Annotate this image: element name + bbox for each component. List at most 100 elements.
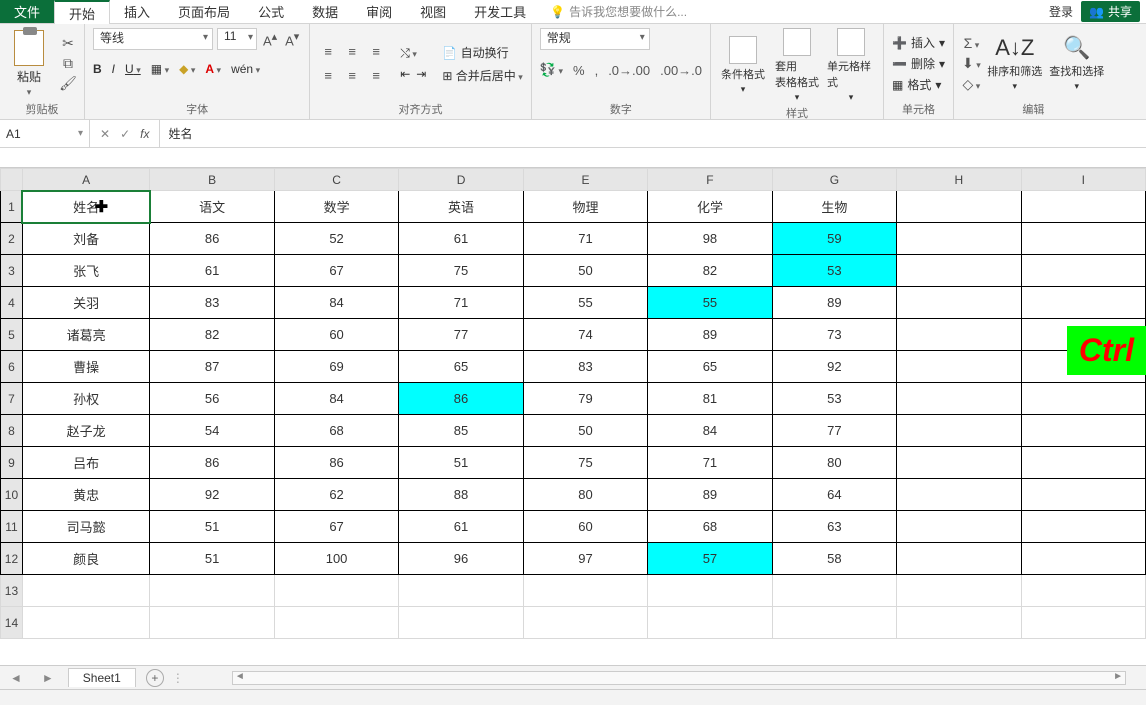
cell-C8[interactable]: 68	[274, 415, 398, 447]
cell-H9[interactable]	[897, 447, 1021, 479]
format-table-button[interactable]: 套用 表格格式▾	[773, 28, 821, 103]
font-name-select[interactable]: 等线	[93, 28, 213, 50]
cell-F10[interactable]: 89	[648, 479, 772, 511]
decrease-decimal-icon[interactable]: .00→.0	[660, 63, 702, 78]
cell-E10[interactable]: 80	[523, 479, 647, 511]
cell-D9[interactable]: 51	[399, 447, 523, 479]
cancel-icon[interactable]: ✕	[100, 127, 110, 141]
cell-H13[interactable]	[897, 575, 1021, 607]
cell-C5[interactable]: 60	[274, 319, 398, 351]
cell-I2[interactable]	[1021, 223, 1145, 255]
horizontal-scrollbar[interactable]	[232, 671, 1126, 685]
delete-cells-button[interactable]: ➖删除 ▾	[892, 55, 945, 72]
font-color-button[interactable]: A	[205, 62, 221, 76]
fill-icon[interactable]: ⬇	[962, 55, 981, 72]
row-header-11[interactable]: 11	[1, 511, 23, 543]
cell-E8[interactable]: 50	[523, 415, 647, 447]
cell-I1[interactable]	[1021, 191, 1145, 223]
cell-G4[interactable]: 89	[772, 287, 896, 319]
row-header-12[interactable]: 12	[1, 543, 23, 575]
cell-F3[interactable]: 82	[648, 255, 772, 287]
cell-B4[interactable]: 83	[150, 287, 274, 319]
cell-B7[interactable]: 56	[150, 383, 274, 415]
tell-me[interactable]: 💡 告诉我您想要做什么...	[540, 0, 697, 23]
row-header-13[interactable]: 13	[1, 575, 23, 607]
align-bottom-icon[interactable]: ≡	[366, 42, 386, 62]
cell-A2[interactable]: 刘备	[22, 223, 149, 255]
cell-B8[interactable]: 54	[150, 415, 274, 447]
row-header-9[interactable]: 9	[1, 447, 23, 479]
bold-button[interactable]: B	[93, 62, 102, 76]
cell-F8[interactable]: 84	[648, 415, 772, 447]
sort-filter-button[interactable]: A↓Z 排序和筛选▾	[987, 35, 1043, 92]
add-sheet-button[interactable]: +	[146, 669, 164, 687]
cell-D10[interactable]: 88	[399, 479, 523, 511]
orientation-icon[interactable]: ⤭	[400, 46, 426, 61]
cell-A4[interactable]: 关羽	[22, 287, 149, 319]
cell-I12[interactable]	[1021, 543, 1145, 575]
select-all-corner[interactable]	[1, 169, 23, 191]
col-header-F[interactable]: F	[648, 169, 772, 191]
cell-B11[interactable]: 51	[150, 511, 274, 543]
cell-H14[interactable]	[897, 607, 1021, 639]
cell-E11[interactable]: 60	[523, 511, 647, 543]
formula-input[interactable]: 姓名	[160, 120, 1146, 147]
cell-G8[interactable]: 77	[772, 415, 896, 447]
row-header-10[interactable]: 10	[1, 479, 23, 511]
cell-I3[interactable]	[1021, 255, 1145, 287]
grow-font-icon[interactable]: A▴	[261, 30, 279, 48]
cell-F4[interactable]: 55	[648, 287, 772, 319]
cut-icon[interactable]: ✂	[60, 36, 76, 52]
font-size-select[interactable]: 11	[217, 28, 257, 50]
cell-I7[interactable]	[1021, 383, 1145, 415]
row-header-2[interactable]: 2	[1, 223, 23, 255]
cell-styles-button[interactable]: 单元格样式▾	[827, 28, 875, 103]
tab-data[interactable]: 数据	[298, 0, 352, 23]
cell-H10[interactable]	[897, 479, 1021, 511]
cell-F2[interactable]: 98	[648, 223, 772, 255]
cell-E6[interactable]: 83	[523, 351, 647, 383]
col-header-I[interactable]: I	[1021, 169, 1145, 191]
cell-B12[interactable]: 51	[150, 543, 274, 575]
cell-I10[interactable]	[1021, 479, 1145, 511]
row-header-6[interactable]: 6	[1, 351, 23, 383]
paste-button[interactable]: 粘贴 ▾	[8, 30, 50, 98]
cell-F11[interactable]: 68	[648, 511, 772, 543]
align-center-icon[interactable]: ≡	[342, 66, 362, 86]
tab-file[interactable]: 文件	[0, 0, 54, 23]
cell-G12[interactable]: 58	[772, 543, 896, 575]
tab-layout[interactable]: 页面布局	[164, 0, 244, 23]
cell-D6[interactable]: 65	[399, 351, 523, 383]
cell-G3[interactable]: 53	[772, 255, 896, 287]
cell-B6[interactable]: 87	[150, 351, 274, 383]
cell-G10[interactable]: 64	[772, 479, 896, 511]
cell-A3[interactable]: 张飞	[22, 255, 149, 287]
tab-view[interactable]: 视图	[406, 0, 460, 23]
cell-C1[interactable]: 数学	[274, 191, 398, 223]
cell-E9[interactable]: 75	[523, 447, 647, 479]
number-format-select[interactable]: 常规	[540, 28, 650, 50]
cell-F1[interactable]: 化学	[648, 191, 772, 223]
cell-F6[interactable]: 65	[648, 351, 772, 383]
share-button[interactable]: 👥 共享	[1081, 1, 1140, 22]
cell-I13[interactable]	[1021, 575, 1145, 607]
col-header-D[interactable]: D	[399, 169, 523, 191]
cell-F14[interactable]	[648, 607, 772, 639]
cell-B1[interactable]: 语文	[150, 191, 274, 223]
cell-A12[interactable]: 颜良	[22, 543, 149, 575]
cell-G9[interactable]: 80	[772, 447, 896, 479]
sheet-nav-prev-icon[interactable]: ◄	[0, 671, 32, 685]
cell-D7[interactable]: 86	[399, 383, 523, 415]
cell-B9[interactable]: 86	[150, 447, 274, 479]
cell-D1[interactable]: 英语	[399, 191, 523, 223]
insert-cells-button[interactable]: ➕插入 ▾	[892, 34, 945, 51]
cell-C10[interactable]: 62	[274, 479, 398, 511]
row-header-1[interactable]: 1	[1, 191, 23, 223]
copy-icon[interactable]: ⧉	[60, 56, 76, 72]
cell-F13[interactable]	[648, 575, 772, 607]
cell-C4[interactable]: 84	[274, 287, 398, 319]
sheet-tab[interactable]: Sheet1	[68, 668, 136, 687]
cell-F12[interactable]: 57	[648, 543, 772, 575]
cell-C12[interactable]: 100	[274, 543, 398, 575]
cell-E3[interactable]: 50	[523, 255, 647, 287]
